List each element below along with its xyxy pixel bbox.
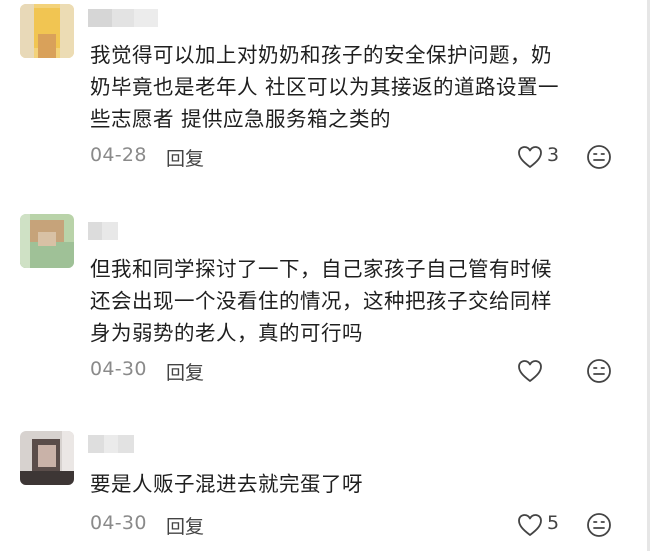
heart-icon[interactable] bbox=[517, 145, 543, 169]
username-blurred[interactable] bbox=[88, 222, 118, 240]
comment-date: 04-30 bbox=[90, 512, 147, 534]
comment-text: 要是人贩子混进去就完蛋了呀 bbox=[90, 468, 625, 500]
reply-button[interactable]: 回复 bbox=[166, 358, 204, 385]
comment-date: 04-28 bbox=[90, 144, 147, 166]
comment-text-line: 但我和同学探讨了一下，自己家孩子自己管有时候 bbox=[90, 257, 552, 281]
username-blurred[interactable] bbox=[88, 9, 158, 27]
comment-item: 要是人贩子混进去就完蛋了呀 04-30 回复 5 bbox=[0, 415, 650, 551]
comment-text-line: 我觉得可以加上对奶奶和孩子的安全保护问题，奶 bbox=[90, 43, 552, 67]
emoji-icon[interactable] bbox=[586, 358, 612, 384]
reply-button[interactable]: 回复 bbox=[166, 512, 204, 539]
emoji-icon[interactable] bbox=[586, 144, 612, 170]
comment-text: 我觉得可以加上对奶奶和孩子的安全保护问题，奶 奶毕竟也是老年人 社区可以为其接返… bbox=[90, 39, 625, 135]
avatar[interactable] bbox=[20, 431, 74, 485]
comment-text-line: 要是人贩子混进去就完蛋了呀 bbox=[90, 472, 363, 496]
emoji-icon[interactable] bbox=[586, 512, 612, 538]
comment-text-line: 奶毕竟也是老年人 社区可以为其接返的道路设置一 bbox=[90, 75, 560, 99]
comment-item: 我觉得可以加上对奶奶和孩子的安全保护问题，奶 奶毕竟也是老年人 社区可以为其接返… bbox=[0, 0, 650, 190]
comment-text-line: 些志愿者 提供应急服务箱之类的 bbox=[90, 107, 392, 131]
comment-date: 04-30 bbox=[90, 358, 147, 380]
comment-text-line: 还会出现一个没看住的情况，这种把孩子交给同样 bbox=[90, 289, 552, 313]
avatar[interactable] bbox=[20, 214, 74, 268]
comment-text: 但我和同学探讨了一下，自己家孩子自己管有时候 还会出现一个没看住的情况，这种把孩… bbox=[90, 253, 625, 349]
heart-icon[interactable] bbox=[517, 359, 543, 383]
like-count: 5 bbox=[547, 512, 560, 534]
reply-button[interactable]: 回复 bbox=[166, 144, 204, 171]
comment-text-line: 身为弱势的老人，真的可行吗 bbox=[90, 321, 363, 345]
username-blurred[interactable] bbox=[88, 435, 134, 453]
like-count: 3 bbox=[547, 144, 560, 166]
comment-item: 但我和同学探讨了一下，自己家孩子自己管有时候 还会出现一个没看住的情况，这种把孩… bbox=[0, 190, 650, 415]
avatar[interactable] bbox=[20, 4, 74, 58]
heart-icon[interactable] bbox=[517, 513, 543, 537]
